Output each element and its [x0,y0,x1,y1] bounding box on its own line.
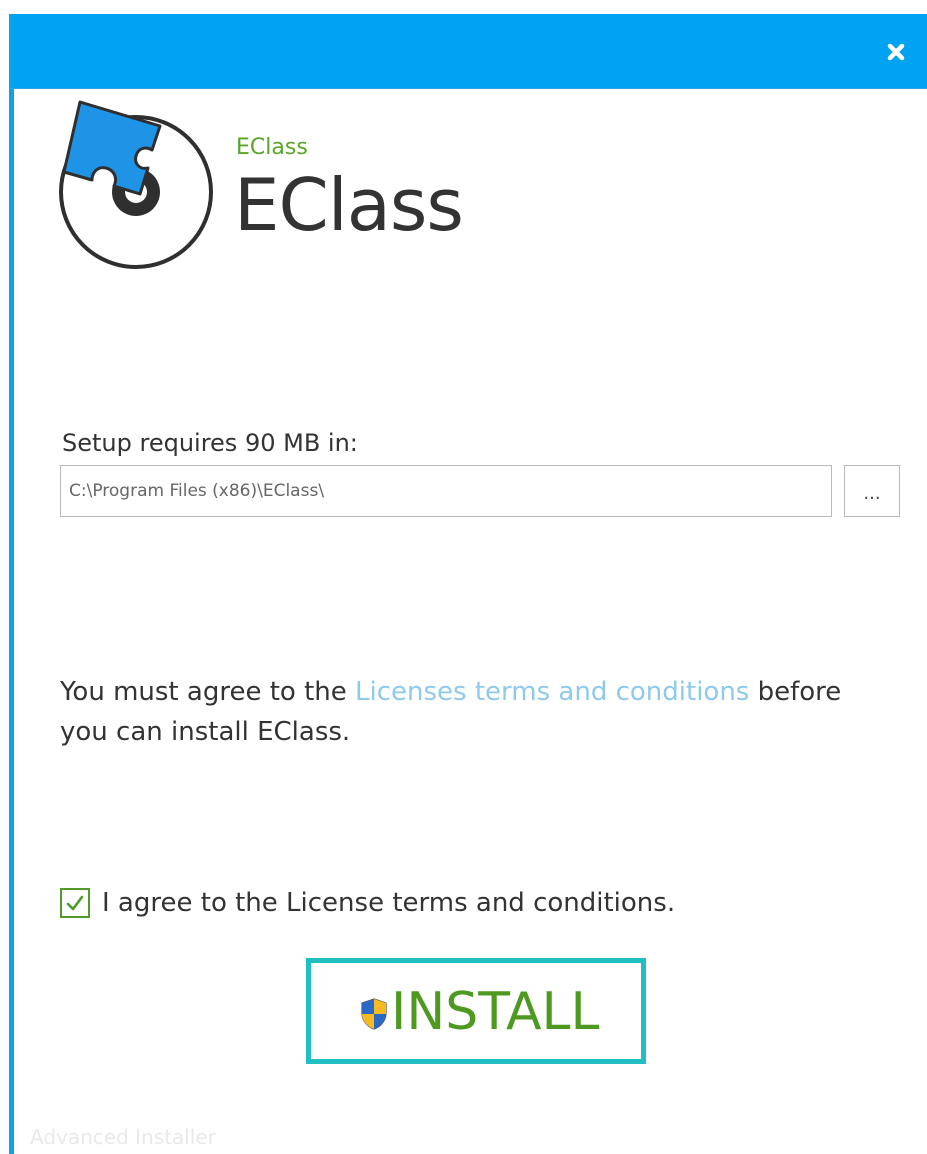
space-requirement-label: Setup requires 90 MB in: [62,429,358,457]
title-bar-divider [9,88,927,89]
window-left-border [9,14,14,1154]
close-button[interactable] [880,36,912,68]
title-bar[interactable] [9,14,927,89]
product-name-title: EClass [234,163,464,247]
browse-button[interactable]: ... [844,465,900,517]
license-agree-label[interactable]: I agree to the License terms and conditi… [102,884,675,922]
install-button-label: INSTALL [391,982,600,1042]
install-path-input[interactable] [60,465,832,517]
product-name-small: EClass [236,135,308,160]
checkmark-icon [66,895,84,911]
installer-window: EClass EClass Setup requires 90 MB in: .… [0,0,927,1154]
puzzle-disc-logo-icon [59,100,213,269]
license-agree-checkbox[interactable] [60,888,90,918]
close-icon [887,43,905,61]
footer-branding: Advanced Installer [30,1125,216,1149]
install-button[interactable]: INSTALL [306,958,646,1064]
license-terms-link[interactable]: Licenses terms and conditions [355,677,749,707]
license-notice-prefix: You must agree to the [60,677,356,707]
uac-shield-icon [361,998,387,1030]
license-notice: You must agree to the Licenses terms and… [60,672,880,752]
